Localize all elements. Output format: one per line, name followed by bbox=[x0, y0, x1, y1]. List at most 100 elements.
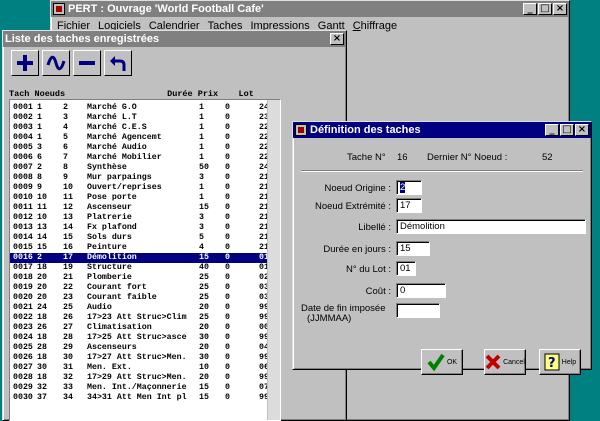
close-icon[interactable]: × bbox=[553, 3, 567, 15]
delete-task-button[interactable] bbox=[73, 50, 101, 76]
table-row[interactable]: 0007 2 8 Synthèse 50 0 24 bbox=[10, 163, 280, 173]
cout-input[interactable]: 0 bbox=[396, 283, 446, 298]
table-row[interactable]: 000213Marché L.T1023! bbox=[10, 113, 280, 123]
cell-lib: 17>29 Att Struc>Men. bbox=[87, 373, 187, 382]
table-row[interactable]: 0013 13 14 Fx plafond 3 0 21 bbox=[10, 223, 280, 233]
cell-e: 4 bbox=[63, 123, 68, 132]
tache-value: 16 bbox=[397, 152, 408, 163]
cell-id: 0009 bbox=[13, 183, 33, 192]
ok-button[interactable]: OK bbox=[421, 349, 463, 375]
modify-task-button[interactable] bbox=[42, 50, 70, 76]
noeud-origine-input[interactable]: 2 bbox=[396, 180, 422, 195]
duree-input[interactable]: 15 bbox=[396, 241, 430, 256]
cancel-button[interactable]: Cancel bbox=[484, 349, 526, 375]
cell-e: 30 bbox=[63, 353, 73, 362]
dialog-title: Définition des taches bbox=[310, 124, 421, 136]
cell-p: 0 bbox=[225, 353, 230, 362]
noeud-extremite-input[interactable]: 17 bbox=[396, 198, 422, 213]
table-row[interactable]: 0014 14 15 Sols durs 5 0 21 bbox=[10, 233, 280, 243]
cell-p: 0 bbox=[225, 283, 230, 292]
minimize-icon[interactable]: _ bbox=[523, 3, 537, 15]
cell-id: 0019 bbox=[13, 283, 33, 292]
cell-e: 19 bbox=[63, 263, 73, 272]
table-row[interactable]: 0025 28 29 Ascenseurs 20 0 04 bbox=[10, 343, 280, 353]
task-list[interactable]: 000112Marché G.O1024000213Marché L.T1023… bbox=[9, 99, 281, 421]
close-icon[interactable]: × bbox=[330, 33, 344, 45]
table-row[interactable]: 0009 9 10 Ouvert/reprises 1 0 21 bbox=[10, 183, 280, 193]
table-row[interactable]: 0008 8 9 Mur parpaings 3 0 21 bbox=[10, 173, 280, 183]
cell-d: 30 bbox=[199, 353, 209, 362]
cell-lib: Mur parpaings bbox=[87, 173, 152, 182]
close-icon[interactable]: × bbox=[575, 124, 589, 136]
cell-id: 0020 bbox=[13, 293, 33, 302]
cell-p: 0 bbox=[225, 103, 230, 112]
cell-e: 32 bbox=[63, 373, 73, 382]
undo-arrow-icon bbox=[110, 56, 126, 71]
table-row[interactable]: 0011 11 12 Ascenseur 15 0 21 bbox=[10, 203, 280, 213]
cell-d: 3 bbox=[199, 223, 204, 232]
cell-lib: 17>27 Att Struc>Men. bbox=[87, 353, 187, 362]
table-row[interactable]: 0001 1 2 Marché G.O 1 0 24 bbox=[10, 103, 280, 113]
table-row[interactable]: 0030 37 34 34>31 Att Men Int pl 15 0 99 bbox=[10, 393, 280, 403]
separator bbox=[301, 170, 583, 172]
cell-d: 20 bbox=[199, 343, 209, 352]
dialog-titlebar[interactable]: Définition des taches _ □ × bbox=[293, 122, 591, 138]
table-row[interactable]: 00212425Audio20099! bbox=[10, 303, 280, 313]
minimize-icon[interactable]: _ bbox=[545, 124, 559, 136]
cell-o: 30 bbox=[37, 363, 47, 372]
help-question-icon: ? bbox=[544, 353, 560, 371]
cell-d: 3 bbox=[199, 173, 204, 182]
cell-d: 30 bbox=[199, 333, 209, 342]
maximize-icon[interactable]: □ bbox=[560, 124, 574, 136]
table-row[interactable]: 0024182817>25 Att Struc>asce30099! bbox=[10, 333, 280, 343]
cell-lib: 17>23 Att Struc>Clim bbox=[87, 313, 187, 322]
table-row[interactable]: 00202023Courant faible25003! bbox=[10, 293, 280, 303]
return-button[interactable] bbox=[104, 50, 132, 76]
table-row[interactable]: 0015 15 16 Peinture 4 0 21 bbox=[10, 243, 280, 253]
main-titlebar[interactable]: PERT : Ouvrage 'World Football Cafe' _ □… bbox=[51, 1, 569, 17]
cell-d: 50 bbox=[199, 163, 209, 172]
cell-o: 18 bbox=[37, 263, 47, 272]
add-task-button[interactable] bbox=[11, 50, 39, 76]
table-row[interactable]: 00182021Plomberie25002! bbox=[10, 273, 280, 283]
cell-lib: Sols durs bbox=[87, 233, 132, 242]
table-row[interactable]: 0010 10 11 Pose porte 1 0 21 bbox=[10, 193, 280, 203]
cell-d: 25 bbox=[199, 283, 209, 292]
table-row[interactable]: 0012 10 13 Platrerie 3 0 21 bbox=[10, 213, 280, 223]
libelle-input[interactable]: Démolition bbox=[396, 219, 586, 234]
cell-o: 11 bbox=[37, 203, 47, 212]
cell-lib: Marché Mobilier bbox=[87, 153, 162, 162]
table-row[interactable]: 0004 1 5 Marché Agencemt 1 0 22 bbox=[10, 133, 280, 143]
table-row[interactable]: 0029 32 33 Men. Int./Maçonnerie 15 0 07 bbox=[10, 383, 280, 393]
minus-icon bbox=[79, 61, 95, 65]
duree-label: Durée en jours : bbox=[323, 244, 391, 255]
cell-d: 20 bbox=[199, 373, 209, 382]
table-row[interactable]: 0017 18 19 Structure 40 0 01 bbox=[10, 263, 280, 273]
cell-id: 0022 bbox=[13, 313, 33, 322]
menu-chiffrage[interactable]: Chiffrage bbox=[353, 20, 397, 32]
table-row[interactable]: 000536Marché Audio1022! bbox=[10, 143, 280, 153]
maximize-icon[interactable]: □ bbox=[538, 3, 552, 15]
table-row[interactable]: 0026 18 30 17>27 Att Struc>Men. 30 0 99 bbox=[10, 353, 280, 363]
cell-p: 0 bbox=[225, 203, 230, 212]
table-row[interactable]: 0022 18 26 17>23 Att Struc>Clim 25 0 99 bbox=[10, 313, 280, 323]
table-row[interactable]: 0027 30 31 Men. Ext. 10 0 06 bbox=[10, 363, 280, 373]
table-row[interactable]: 0006 6 7 Marché Mobilier 1 0 22 bbox=[10, 153, 280, 163]
table-row[interactable]: 0028183217>29 Att Struc>Men.20099! bbox=[10, 373, 280, 383]
cell-id: 0029 bbox=[13, 383, 33, 392]
table-row[interactable]: 0003 1 4 Marché C.E.S 1 0 22 bbox=[10, 123, 280, 133]
cell-lib: Structure bbox=[87, 263, 132, 272]
cell-lib: Platrerie bbox=[87, 213, 132, 222]
table-row[interactable]: 00192022Courant fort25003! bbox=[10, 283, 280, 293]
cell-p: 0 bbox=[225, 143, 230, 152]
table-row[interactable]: 0016 2 17 Démolition 15 0 01 bbox=[10, 253, 280, 263]
cell-d: 40 bbox=[199, 263, 209, 272]
lot-input[interactable]: 01 bbox=[396, 261, 416, 276]
cell-d: 10 bbox=[199, 363, 209, 372]
table-row[interactable]: 0023 26 27 Climatisation 20 0 00 bbox=[10, 323, 280, 333]
scrollbar[interactable] bbox=[267, 100, 280, 420]
date-fin-input[interactable] bbox=[396, 303, 440, 318]
cell-p: 0 bbox=[225, 333, 230, 342]
task-list-titlebar[interactable]: Liste des taches enregistrées × bbox=[3, 31, 346, 47]
help-button[interactable]: ? Help bbox=[539, 349, 581, 375]
